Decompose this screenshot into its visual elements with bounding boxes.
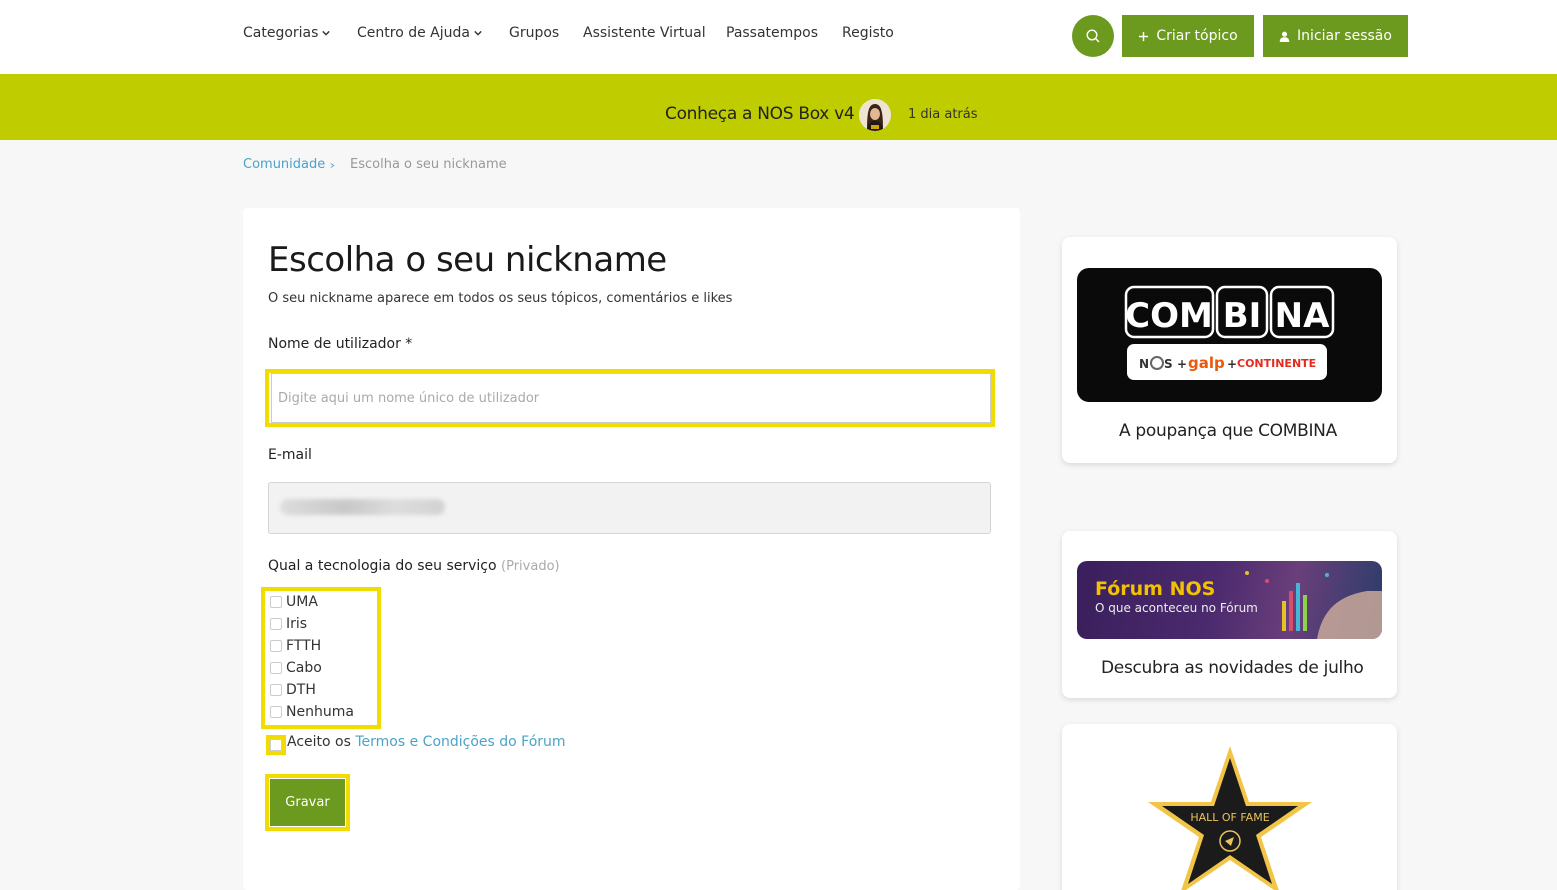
forum-banner-graphic: [1245, 571, 1382, 639]
partner-nos-s: S: [1164, 357, 1173, 371]
page-title: Escolha o seu nickname: [268, 240, 667, 280]
sign-in-label: Iniciar sessão: [1297, 28, 1392, 44]
email-label: E-mail: [268, 447, 312, 463]
nav-item-label: Passatempos: [726, 25, 819, 41]
partner-continente: CONTINENTE: [1237, 357, 1316, 370]
chevron-down-icon: [474, 30, 482, 36]
create-topic-button[interactable]: Criar tópico: [1122, 15, 1254, 57]
tech-label-text: Qual a tecnologia do seu serviço: [268, 558, 497, 574]
nav-item-assistente-virtual[interactable]: Assistente Virtual: [583, 25, 706, 41]
plus-icon: [1139, 31, 1149, 41]
chevron-right-icon: [330, 163, 335, 168]
email-value-redacted: [280, 499, 445, 515]
tech-option-iris[interactable]: Iris: [270, 616, 307, 632]
nav-item-centro-de-ajuda[interactable]: Centro de Ajuda: [357, 25, 482, 41]
user-icon: [1279, 31, 1290, 42]
avatar: [859, 99, 891, 131]
save-button[interactable]: Gravar: [270, 779, 345, 826]
nav-item-categorias[interactable]: Categorias: [243, 25, 331, 41]
breadcrumb-current: Escolha o seu nickname: [350, 157, 507, 172]
tech-option-label: UMA: [286, 594, 318, 610]
terms-text: Aceito os Termos e Condições do Fórum: [287, 734, 566, 750]
tech-option-cabo[interactable]: Cabo: [270, 660, 322, 676]
checkbox[interactable]: [270, 640, 282, 652]
checkbox[interactable]: [270, 706, 282, 718]
nav-item-label: Centro de Ajuda: [357, 25, 470, 41]
combina-logo-part: BI: [1223, 296, 1262, 336]
announcement-time: 1 dia atrás: [908, 107, 978, 122]
nav-item-label: Registo: [842, 25, 894, 41]
checkbox[interactable]: [270, 618, 282, 630]
tech-option-uma[interactable]: UMA: [270, 594, 318, 610]
checkbox[interactable]: [270, 684, 282, 696]
hall-of-fame-star-icon: HALL OF FAME: [1148, 746, 1312, 890]
terms-prefix: Aceito os: [287, 734, 351, 750]
forum-banner-title: Fórum NOS: [1095, 578, 1216, 600]
tech-label: Qual a tecnologia do seu serviço (Privad…: [268, 558, 560, 574]
chevron-down-icon: [322, 30, 331, 36]
nickname-form-card: [243, 208, 1020, 890]
sign-in-button[interactable]: Iniciar sessão: [1263, 15, 1408, 57]
partner-galp: galp: [1188, 354, 1225, 372]
author-avatar-icon: [859, 99, 891, 131]
combina-caption[interactable]: A poupança que COMBINA: [1119, 421, 1337, 441]
top-navigation: Categorias Centro de Ajuda Grupos Assist…: [0, 0, 1557, 74]
checkbox[interactable]: [270, 596, 282, 608]
tech-option-label: FTTH: [286, 638, 322, 654]
nav-item-label: Assistente Virtual: [583, 25, 706, 41]
tech-option-label: DTH: [286, 682, 316, 698]
hall-of-fame-text: HALL OF FAME: [1190, 811, 1269, 824]
partner-nos-n: N: [1139, 357, 1149, 371]
partner-plus: +: [1227, 357, 1237, 371]
terms-checkbox[interactable]: [270, 739, 282, 751]
tech-private-note: (Privado): [501, 559, 560, 574]
tech-option-nenhuma[interactable]: Nenhuma: [270, 704, 354, 720]
search-icon: [1086, 29, 1100, 43]
nav-item-passatempos[interactable]: Passatempos: [726, 25, 818, 41]
terms-link[interactable]: Termos e Condições do Fórum: [355, 734, 565, 750]
tech-option-label: Iris: [286, 616, 308, 632]
forum-banner-subtitle: O que aconteceu no Fórum: [1095, 601, 1258, 615]
forum-caption[interactable]: Descubra as novidades de julho: [1101, 658, 1364, 678]
tech-option-label: Cabo: [286, 660, 322, 676]
partner-plus: +: [1177, 357, 1187, 371]
checkbox[interactable]: [270, 662, 282, 674]
page-subtitle: O seu nickname aparece em todos os seus …: [268, 291, 733, 306]
combina-banner[interactable]: COM BI NA N S + galp + CONTINENTE: [1077, 268, 1382, 402]
breadcrumb-root[interactable]: Comunidade: [243, 157, 325, 172]
nav-item-label: Categorias: [243, 25, 319, 41]
combina-logo-part: NA: [1275, 296, 1330, 336]
tech-option-label: Nenhuma: [286, 704, 354, 720]
nav-item-label: Grupos: [509, 25, 560, 41]
nav-item-registo[interactable]: Registo: [842, 25, 894, 41]
combina-logo: COM BI NA N S + galp + CONTINENTE: [1124, 285, 1335, 380]
announcement-title[interactable]: Conheça a NOS Box v4: [665, 104, 855, 124]
combina-logo-part: COM: [1125, 296, 1213, 336]
nav-item-grupos[interactable]: Grupos: [509, 25, 559, 41]
forum-banner[interactable]: [1077, 561, 1382, 639]
search-button[interactable]: [1072, 15, 1114, 57]
tech-option-dth[interactable]: DTH: [270, 682, 316, 698]
username-label: Nome de utilizador *: [268, 336, 413, 352]
tech-option-ftth[interactable]: FTTH: [270, 638, 321, 654]
create-topic-label: Criar tópico: [1156, 28, 1238, 44]
username-input[interactable]: [271, 373, 991, 423]
